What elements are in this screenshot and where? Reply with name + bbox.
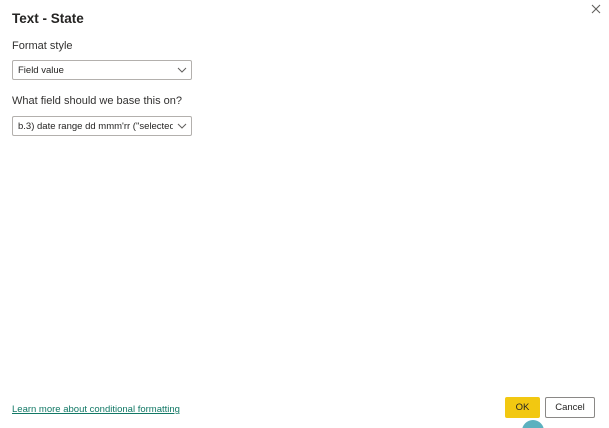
chevron-down-icon (177, 66, 187, 74)
chevron-down-icon (177, 122, 187, 130)
conditional-formatting-dialog: Text - State Format style Field value Wh… (0, 0, 609, 428)
ok-button[interactable]: OK (505, 397, 540, 418)
close-icon[interactable] (589, 2, 603, 16)
base-field-dropdown[interactable]: b.3) date range dd mmm'rr ("selected") (12, 116, 192, 136)
format-style-value: Field value (18, 65, 64, 76)
dialog-title: Text - State (12, 11, 84, 26)
learn-more-link[interactable]: Learn more about conditional formatting (12, 404, 180, 415)
format-style-dropdown[interactable]: Field value (12, 60, 192, 80)
base-field-label: What field should we base this on? (12, 95, 182, 107)
format-style-label: Format style (12, 40, 73, 52)
base-field-value: b.3) date range dd mmm'rr ("selected") (18, 121, 173, 132)
cancel-button[interactable]: Cancel (545, 397, 595, 418)
cursor-indicator (522, 420, 544, 428)
